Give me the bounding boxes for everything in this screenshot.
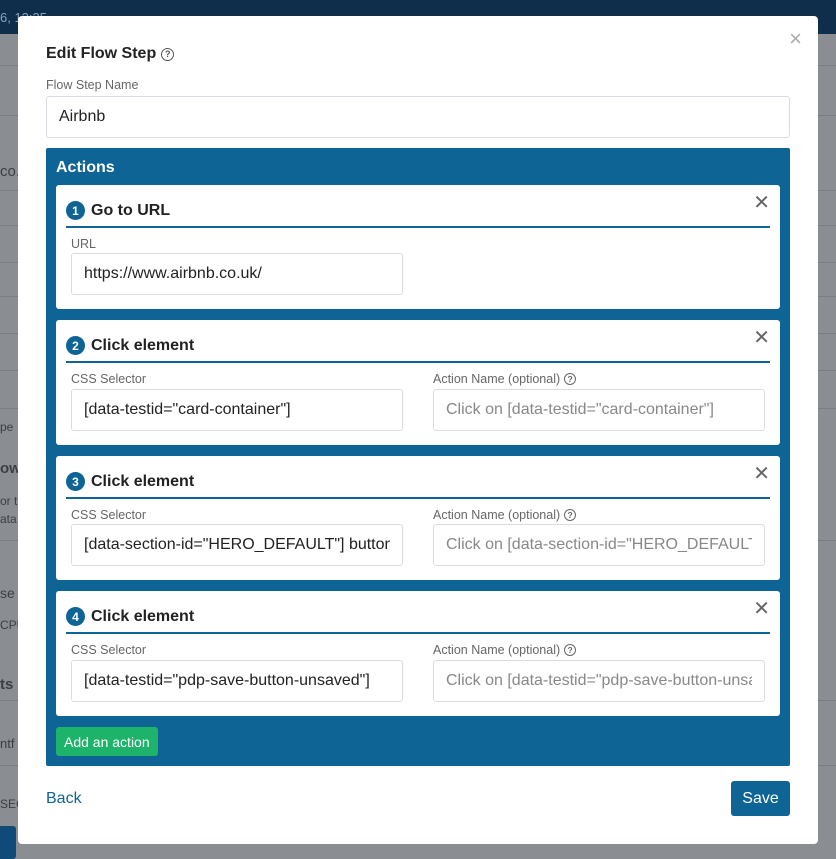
background-text: se — [0, 585, 15, 601]
action-name-label-text: Action Name (optional) — [433, 508, 561, 522]
actions-title: Actions — [56, 159, 115, 176]
step-number-badge: 1 — [66, 201, 85, 220]
close-icon[interactable]: ✕ — [753, 193, 770, 213]
help-circle-icon[interactable]: ? — [564, 509, 577, 521]
close-icon[interactable]: ✕ — [753, 599, 770, 619]
action-card-go-to-url: 1 Go to URL ✕ URL — [56, 185, 780, 309]
background-button — [0, 826, 16, 859]
help-circle-icon[interactable]: ? — [564, 373, 577, 385]
url-input[interactable] — [71, 253, 403, 295]
step-number-badge: 4 — [66, 607, 85, 626]
action-name-input[interactable] — [433, 660, 765, 702]
css-selector-label: CSS Selector — [71, 643, 147, 657]
step-number-badge: 2 — [66, 336, 85, 355]
help-circle-icon[interactable]: ? — [564, 644, 577, 656]
background-text: pe — [0, 420, 14, 434]
action-card-click-element: 3 Click element ✕ CSS Selector Action Na… — [56, 456, 780, 580]
action-card-header: 3 Click element — [66, 466, 770, 499]
css-selector-input[interactable] — [71, 524, 403, 566]
background-text: co. — [0, 163, 21, 180]
action-card-title: Go to URL — [91, 201, 171, 219]
action-name-label: Action Name (optional) ? — [433, 508, 577, 522]
css-selector-input[interactable] — [71, 660, 403, 702]
action-card-title: Click element — [91, 472, 195, 490]
background-text: ata — [0, 512, 17, 526]
add-action-button[interactable]: Add an action — [56, 727, 158, 756]
action-name-input[interactable] — [433, 389, 765, 431]
flow-step-name-label: Flow Step Name — [46, 78, 139, 92]
edit-flow-step-modal: Edit Flow Step ? × Flow Step Name Action… — [18, 16, 818, 844]
action-card-title: Click element — [91, 336, 195, 354]
close-icon[interactable]: × — [789, 28, 802, 50]
action-card-header: 4 Click element — [66, 601, 770, 634]
css-selector-input[interactable] — [71, 389, 403, 431]
background-text: ts — [0, 676, 14, 693]
background-text: or t — [0, 494, 18, 508]
modal-title: Edit Flow Step ? — [46, 45, 175, 63]
action-card-header: 2 Click element — [66, 330, 770, 363]
modal-title-text: Edit Flow Step — [46, 45, 157, 62]
help-circle-icon[interactable]: ? — [161, 47, 175, 61]
action-card-click-element: 2 Click element ✕ CSS Selector Action Na… — [56, 320, 780, 445]
back-link[interactable]: Back — [46, 790, 82, 808]
action-name-input[interactable] — [433, 524, 765, 566]
background-text: ntf — [0, 736, 15, 751]
action-name-label: Action Name (optional) ? — [433, 643, 577, 657]
css-selector-label: CSS Selector — [71, 372, 147, 386]
save-button[interactable]: Save — [731, 781, 790, 816]
close-icon[interactable]: ✕ — [753, 464, 770, 484]
css-selector-label: CSS Selector — [71, 508, 147, 522]
action-name-label-text: Action Name (optional) — [433, 643, 561, 657]
close-icon[interactable]: ✕ — [753, 328, 770, 348]
actions-panel: Actions 1 Go to URL ✕ URL 2 Click elemen… — [46, 148, 790, 766]
action-card-title: Click element — [91, 607, 195, 625]
action-card-header: 1 Go to URL — [66, 195, 770, 228]
action-card-click-element: 4 Click element ✕ CSS Selector Action Na… — [56, 591, 780, 716]
url-label: URL — [71, 237, 97, 251]
action-name-label: Action Name (optional) ? — [433, 372, 577, 386]
flow-step-name-input[interactable] — [46, 96, 790, 138]
action-name-label-text: Action Name (optional) — [433, 372, 561, 386]
step-number-badge: 3 — [66, 472, 85, 491]
